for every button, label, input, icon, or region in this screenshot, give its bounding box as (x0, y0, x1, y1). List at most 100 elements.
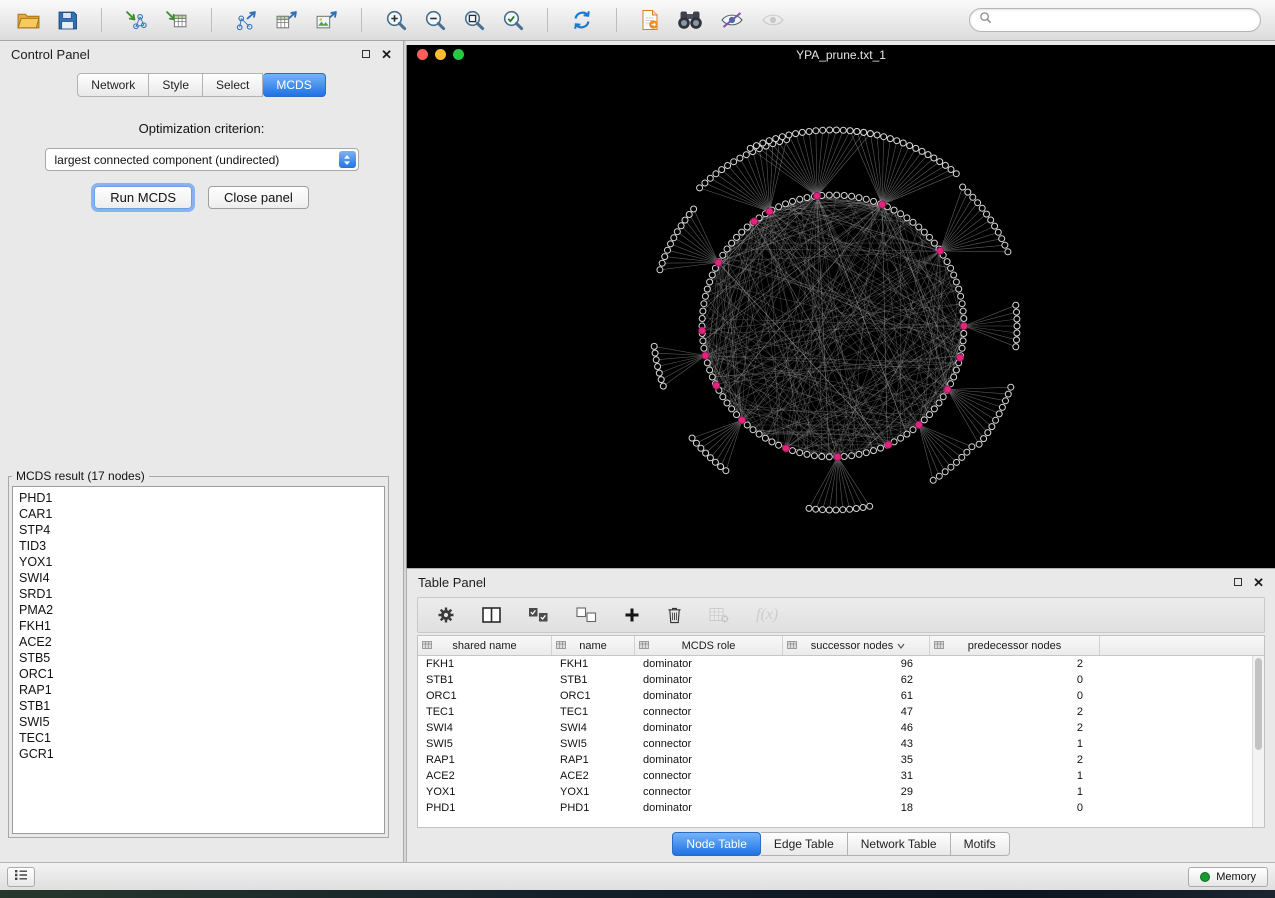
mcds-result-node[interactable]: GCR1 (19, 746, 378, 762)
mcds-result-node[interactable]: YOX1 (19, 554, 378, 570)
window-minimize-button[interactable] (435, 49, 446, 60)
export-document-button[interactable] (637, 7, 663, 33)
select-all-rows-button[interactable] (525, 605, 552, 625)
cell-name: SWI5 (552, 738, 635, 750)
export-network-button[interactable] (232, 8, 261, 33)
network-window-titlebar[interactable]: YPA_prune.txt_1 (407, 45, 1275, 64)
mcds-result-title: MCDS result (17 nodes) (12, 469, 149, 483)
mcds-result-node[interactable]: SWI4 (19, 570, 378, 586)
mcds-result-node[interactable]: STB5 (19, 650, 378, 666)
mcds-result-node[interactable]: STP4 (19, 522, 378, 538)
table-settings-button[interactable] (434, 604, 458, 626)
control-panel-header: Control Panel ✕ (0, 41, 403, 67)
tab-motifs[interactable]: Motifs (951, 832, 1010, 856)
export-table-button[interactable] (272, 8, 301, 33)
open-file-button[interactable] (14, 9, 43, 32)
table-row[interactable]: ORC1ORC1dominator610 (418, 688, 1252, 704)
export-image-button[interactable] (312, 8, 341, 33)
mcds-result-node[interactable]: ACE2 (19, 634, 378, 650)
mcds-result-node[interactable]: STB1 (19, 698, 378, 714)
cell-shared-name: YOX1 (418, 786, 552, 798)
table-row[interactable]: ACE2ACE2connector311 (418, 768, 1252, 784)
mcds-result-list[interactable]: PHD1CAR1STP4TID3YOX1SWI4SRD1PMA2FKH1ACE2… (12, 486, 385, 834)
column-header-shared-name[interactable]: shared name (418, 636, 552, 655)
tab-node-table[interactable]: Node Table (672, 832, 761, 856)
zoom-sel-icon (502, 9, 524, 31)
column-header-successor-nodes[interactable]: successor nodes (783, 636, 930, 655)
deselect-all-rows-button[interactable] (573, 605, 600, 625)
network-view[interactable] (407, 64, 1275, 567)
column-header-predecessor-nodes[interactable]: predecessor nodes (930, 636, 1100, 655)
table-row[interactable]: SWI4SWI4dominator462 (418, 720, 1252, 736)
table-row[interactable]: PHD1PHD1dominator180 (418, 800, 1252, 816)
criterion-dropdown[interactable]: largest connected component (undirected) (45, 148, 359, 171)
save-session-button[interactable] (54, 8, 81, 33)
table-header-row: shared namenameMCDS rolesuccessor nodesp… (418, 636, 1264, 656)
column-header-mcds-role[interactable]: MCDS role (635, 636, 783, 655)
table-row[interactable]: TEC1TEC1connector472 (418, 704, 1252, 720)
window-close-button[interactable] (417, 49, 428, 60)
tab-select[interactable]: Select (203, 73, 263, 97)
cell-shared-name: STB1 (418, 674, 552, 686)
search-input[interactable] (997, 13, 1251, 27)
column-type-icon (934, 640, 944, 653)
table-row[interactable]: RAP1RAP1dominator352 (418, 752, 1252, 768)
table-toolbar: f(x) (417, 597, 1265, 633)
mcds-result-node[interactable]: TID3 (19, 538, 378, 554)
scrollbar-thumb[interactable] (1255, 658, 1262, 750)
find-button[interactable] (674, 8, 706, 32)
tab-network[interactable]: Network (77, 73, 149, 97)
tab-network-table[interactable]: Network Table (848, 832, 951, 856)
zoom-in-button[interactable] (382, 7, 410, 33)
close-panel-icon[interactable]: ✕ (381, 48, 392, 61)
delete-column-button[interactable] (664, 604, 685, 626)
table-row[interactable]: STB1STB1dominator620 (418, 672, 1252, 688)
toolbar-separator (547, 8, 548, 32)
table-panel-tabs: Node TableEdge TableNetwork TableMotifs (407, 832, 1275, 856)
memory-indicator-icon (1200, 872, 1210, 882)
tab-mcds[interactable]: MCDS (263, 73, 325, 97)
import-network-button[interactable] (122, 8, 151, 33)
window-zoom-button[interactable] (453, 49, 464, 60)
close-panel-button[interactable]: Close panel (208, 186, 309, 209)
cell-mcds-role: connector (635, 786, 783, 798)
gear-icon (437, 606, 455, 624)
close-table-panel-icon[interactable]: ✕ (1253, 576, 1264, 589)
cell-mcds-role: dominator (635, 690, 783, 702)
mcds-result-node[interactable]: TEC1 (19, 730, 378, 746)
tab-style[interactable]: Style (149, 73, 203, 97)
column-visibility-button[interactable] (479, 605, 504, 625)
mcds-result-node[interactable]: PMA2 (19, 602, 378, 618)
eye-icon (761, 11, 785, 29)
mcds-result-node[interactable]: PHD1 (19, 490, 378, 506)
zoom-selected-button[interactable] (499, 7, 527, 33)
memory-button[interactable]: Memory (1188, 867, 1268, 887)
run-mcds-button[interactable]: Run MCDS (94, 186, 192, 209)
zoom-out-button[interactable] (421, 7, 449, 33)
add-column-button[interactable] (621, 605, 643, 625)
float-panel-icon[interactable] (362, 50, 370, 58)
table-scrollbar[interactable] (1252, 656, 1264, 827)
mcds-result-node[interactable]: SWI5 (19, 714, 378, 730)
table-row[interactable]: YOX1YOX1connector291 (418, 784, 1252, 800)
mcds-result-node[interactable]: SRD1 (19, 586, 378, 602)
optimization-criterion-label: Optimization criterion: (8, 121, 395, 136)
mcds-result-node[interactable]: CAR1 (19, 506, 378, 522)
refresh-layout-button[interactable] (568, 7, 596, 33)
import-table-button[interactable] (162, 8, 191, 33)
mcds-result-node[interactable]: ORC1 (19, 666, 378, 682)
mcds-result-node[interactable]: RAP1 (19, 682, 378, 698)
tab-edge-table[interactable]: Edge Table (761, 832, 848, 856)
status-menu-button[interactable] (7, 867, 35, 887)
search-box[interactable] (969, 8, 1261, 32)
show-hide-button[interactable] (717, 9, 747, 31)
zoom-fit-button[interactable] (460, 7, 488, 33)
float-table-panel-icon[interactable] (1234, 578, 1242, 586)
table-row[interactable]: FKH1FKH1dominator962 (418, 656, 1252, 672)
column-header-name[interactable]: name (552, 636, 635, 655)
cell-shared-name: ACE2 (418, 770, 552, 782)
zoom-out-icon (424, 9, 446, 31)
table-row[interactable]: SWI5SWI5connector431 (418, 736, 1252, 752)
mcds-result-node[interactable]: FKH1 (19, 618, 378, 634)
export-table-icon (275, 10, 298, 31)
